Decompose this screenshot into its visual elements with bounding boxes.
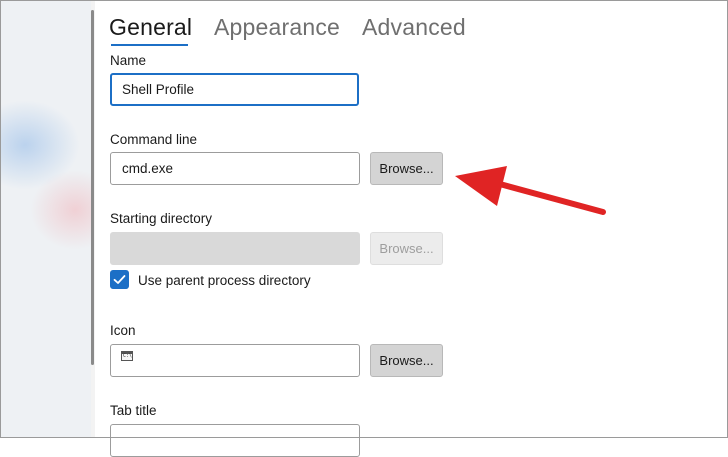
starting-directory-browse-button[interactable]: Browse... (370, 232, 443, 265)
tab-advanced[interactable]: Advanced (362, 14, 466, 41)
name-input[interactable]: Shell Profile (110, 73, 359, 106)
scrollbar-thumb[interactable] (91, 10, 94, 365)
starting-directory-label: Starting directory (110, 211, 213, 226)
tab-general[interactable]: General (109, 14, 192, 41)
icon-label: Icon (110, 323, 136, 338)
name-label: Name (110, 53, 147, 68)
use-parent-label: Use parent process directory (138, 273, 311, 288)
command-line-label: Command line (110, 132, 198, 147)
command-line-input[interactable]: cmd.exe (110, 152, 360, 185)
tab-title-label: Tab title (110, 403, 157, 418)
icon-browse-button[interactable]: Browse... (370, 344, 443, 377)
tab-active-indicator (111, 44, 188, 46)
icon-input[interactable] (110, 344, 360, 377)
red-arrow-annotation (455, 166, 606, 215)
use-parent-checkbox[interactable] (110, 270, 129, 289)
cmd-icon (121, 351, 133, 361)
tab-title-input[interactable] (110, 424, 360, 457)
navigation-pane (0, 0, 92, 438)
starting-directory-input[interactable] (110, 232, 360, 265)
command-line-browse-button[interactable]: Browse... (370, 152, 443, 185)
tab-appearance[interactable]: Appearance (214, 14, 340, 41)
checkmark-icon (113, 275, 126, 284)
